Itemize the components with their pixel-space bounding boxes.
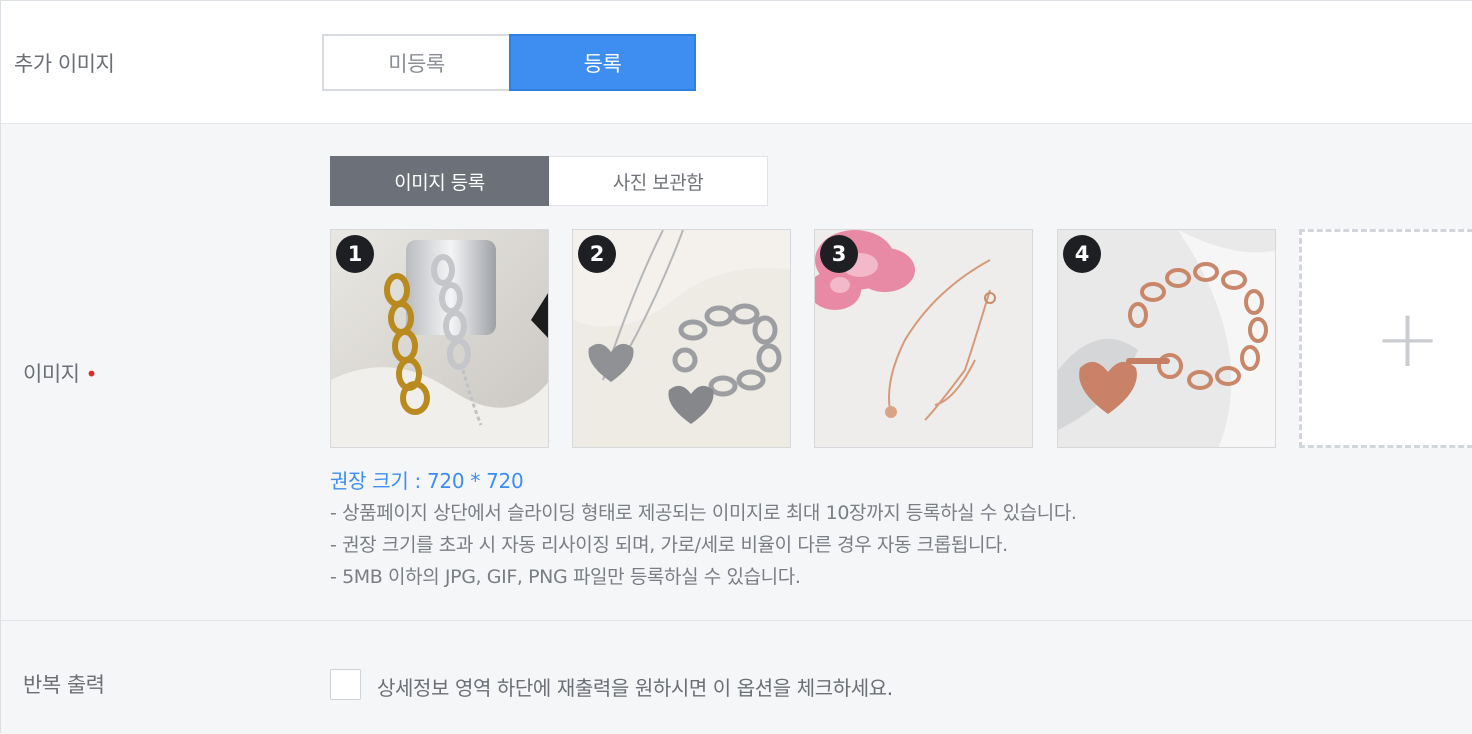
repeat-output-checkbox[interactable] [330, 669, 361, 700]
plus-icon: + [1373, 291, 1442, 385]
hint-line-1: - 상품페이지 상단에서 슬라이딩 형태로 제공되는 이미지로 최대 10장까지… [330, 502, 1077, 524]
required-mark: • [85, 362, 98, 386]
additional-image-toggle: 미등록 등록 [322, 34, 696, 91]
product-image-form: 추가 이미지 미등록 등록 이미지 • 이미지 등록 사진 보관함 1 2 3 … [0, 0, 1472, 734]
repeat-output-label: 반복 출력 [23, 673, 105, 697]
tab-image-upload[interactable]: 이미지 등록 [330, 156, 549, 206]
tab-photo-library[interactable]: 사진 보관함 [549, 156, 768, 206]
hint-line-2: - 권장 크기를 초과 시 자동 리사이징 되며, 가로/세로 비율이 다른 경… [330, 534, 1008, 556]
additional-image-row: 추가 이미지 미등록 등록 [1, 1, 1472, 124]
image-index-badge: 4 [1063, 235, 1101, 273]
hint-line-3: - 5MB 이하의 JPG, GIF, PNG 파일만 등록하실 수 있습니다. [330, 566, 801, 588]
image-thumbnail-2[interactable]: 2 [572, 229, 791, 448]
image-thumbnail-1[interactable]: 1 [330, 229, 549, 448]
image-thumbnail-4[interactable]: 4 [1057, 229, 1276, 448]
repeat-output-row: 반복 출력 상세정보 영역 하단에 재출력을 원하시면 이 옵션을 체크하세요. [1, 621, 1472, 734]
recommended-size: 권장 크기 : 720 * 720 [330, 469, 524, 493]
image-thumbnail-3[interactable]: 3 [814, 229, 1033, 448]
image-index-badge: 1 [336, 235, 374, 273]
image-label-text: 이미지 [23, 362, 80, 386]
image-label: 이미지 • [23, 358, 97, 388]
registered-option[interactable]: 등록 [509, 34, 696, 91]
image-index-badge: 2 [578, 235, 616, 273]
additional-image-label: 추가 이미지 [14, 52, 115, 76]
repeat-output-checkbox-label[interactable]: 상세정보 영역 하단에 재출력을 원하시면 이 옵션을 체크하세요. [377, 672, 893, 701]
image-source-tabs: 이미지 등록 사진 보관함 [330, 156, 768, 206]
add-image-button[interactable]: + [1299, 229, 1472, 448]
image-index-badge: 3 [820, 235, 858, 273]
unregistered-option[interactable]: 미등록 [322, 34, 509, 91]
image-row: 이미지 • 이미지 등록 사진 보관함 1 2 3 4 + 권장 크기: 72… [1, 124, 1472, 621]
